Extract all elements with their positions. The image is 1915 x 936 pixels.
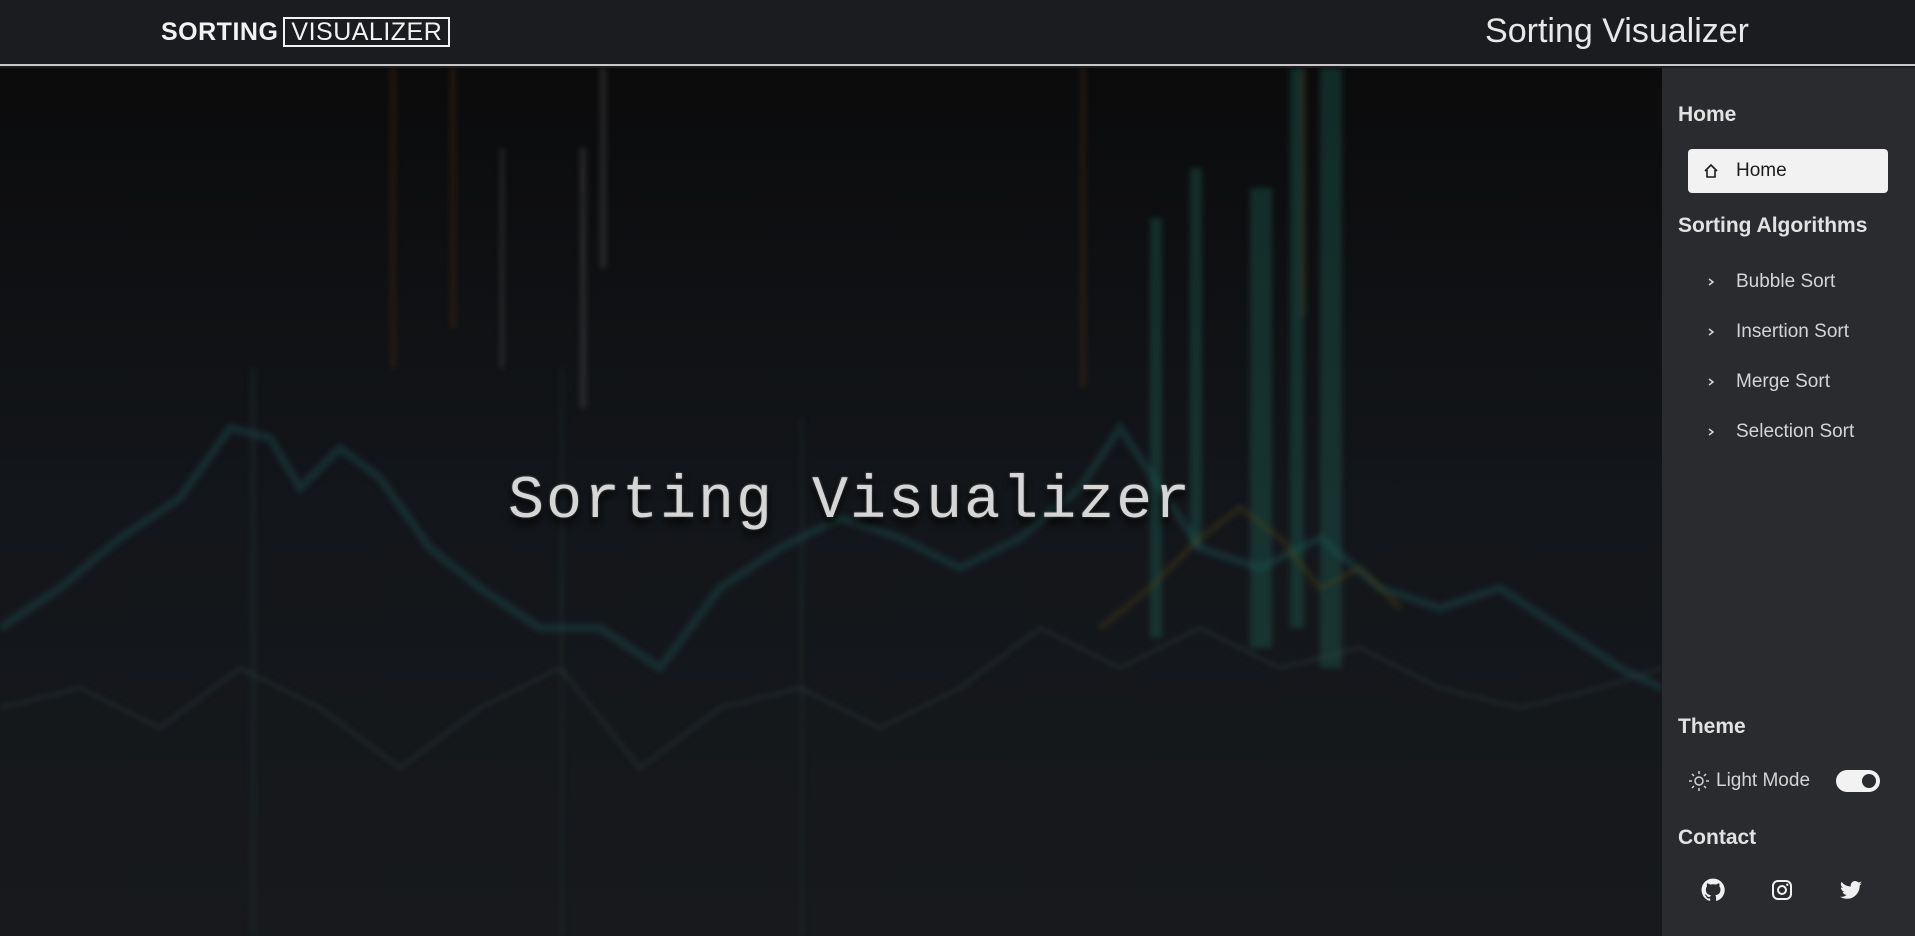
- chevron-right-icon: [1702, 373, 1720, 391]
- theme-label: Light Mode: [1716, 770, 1811, 791]
- sun-icon: [1688, 770, 1710, 792]
- logo-text-sorting: SORTING: [161, 17, 279, 46]
- sidebar-item-selection-sort[interactable]: Selection Sort: [1688, 410, 1888, 454]
- instagram-icon[interactable]: [1768, 876, 1796, 904]
- sidebar-item-label: Bubble Sort: [1736, 271, 1836, 292]
- github-icon[interactable]: [1699, 876, 1727, 904]
- theme-toggle-row: Light Mode: [1688, 766, 1898, 796]
- sidebar-item-bubble-sort[interactable]: Bubble Sort: [1688, 260, 1888, 304]
- theme-heading: Theme: [1678, 715, 1746, 738]
- hero-banner: Sorting Visualizer: [0, 68, 1662, 936]
- sidebar: Home Home Sorting Algorithms Bubble Sort…: [1662, 68, 1915, 936]
- chevron-right-icon: [1702, 323, 1720, 341]
- theme-toggle-switch[interactable]: [1836, 770, 1880, 792]
- twitter-icon[interactable]: [1837, 876, 1865, 904]
- app-logo[interactable]: SORTING VISUALIZER: [161, 16, 451, 48]
- top-navbar: SORTING VISUALIZER Sorting Visualizer: [0, 0, 1915, 66]
- sidebar-item-insertion-sort[interactable]: Insertion Sort: [1688, 310, 1888, 354]
- sidebar-item-label: Insertion Sort: [1736, 321, 1849, 342]
- sidebar-item-home[interactable]: Home: [1688, 149, 1888, 193]
- logo-text-visualizer: VISUALIZER: [283, 17, 451, 47]
- sidebar-item-label: Home: [1736, 160, 1787, 181]
- home-heading: Home: [1678, 103, 1737, 126]
- sidebar-item-label: Selection Sort: [1736, 421, 1855, 442]
- toggle-knob: [1862, 774, 1876, 788]
- chevron-right-icon: [1702, 423, 1720, 441]
- header-title: Sorting Visualizer: [1485, 12, 1749, 50]
- home-icon: [1702, 162, 1720, 180]
- sidebar-item-label: Merge Sort: [1736, 371, 1830, 392]
- algorithms-heading: Sorting Algorithms: [1678, 214, 1868, 237]
- chevron-right-icon: [1702, 273, 1720, 291]
- contact-heading: Contact: [1678, 826, 1757, 849]
- hero-title: Sorting Visualizer: [508, 468, 1193, 536]
- sidebar-item-merge-sort[interactable]: Merge Sort: [1688, 360, 1888, 404]
